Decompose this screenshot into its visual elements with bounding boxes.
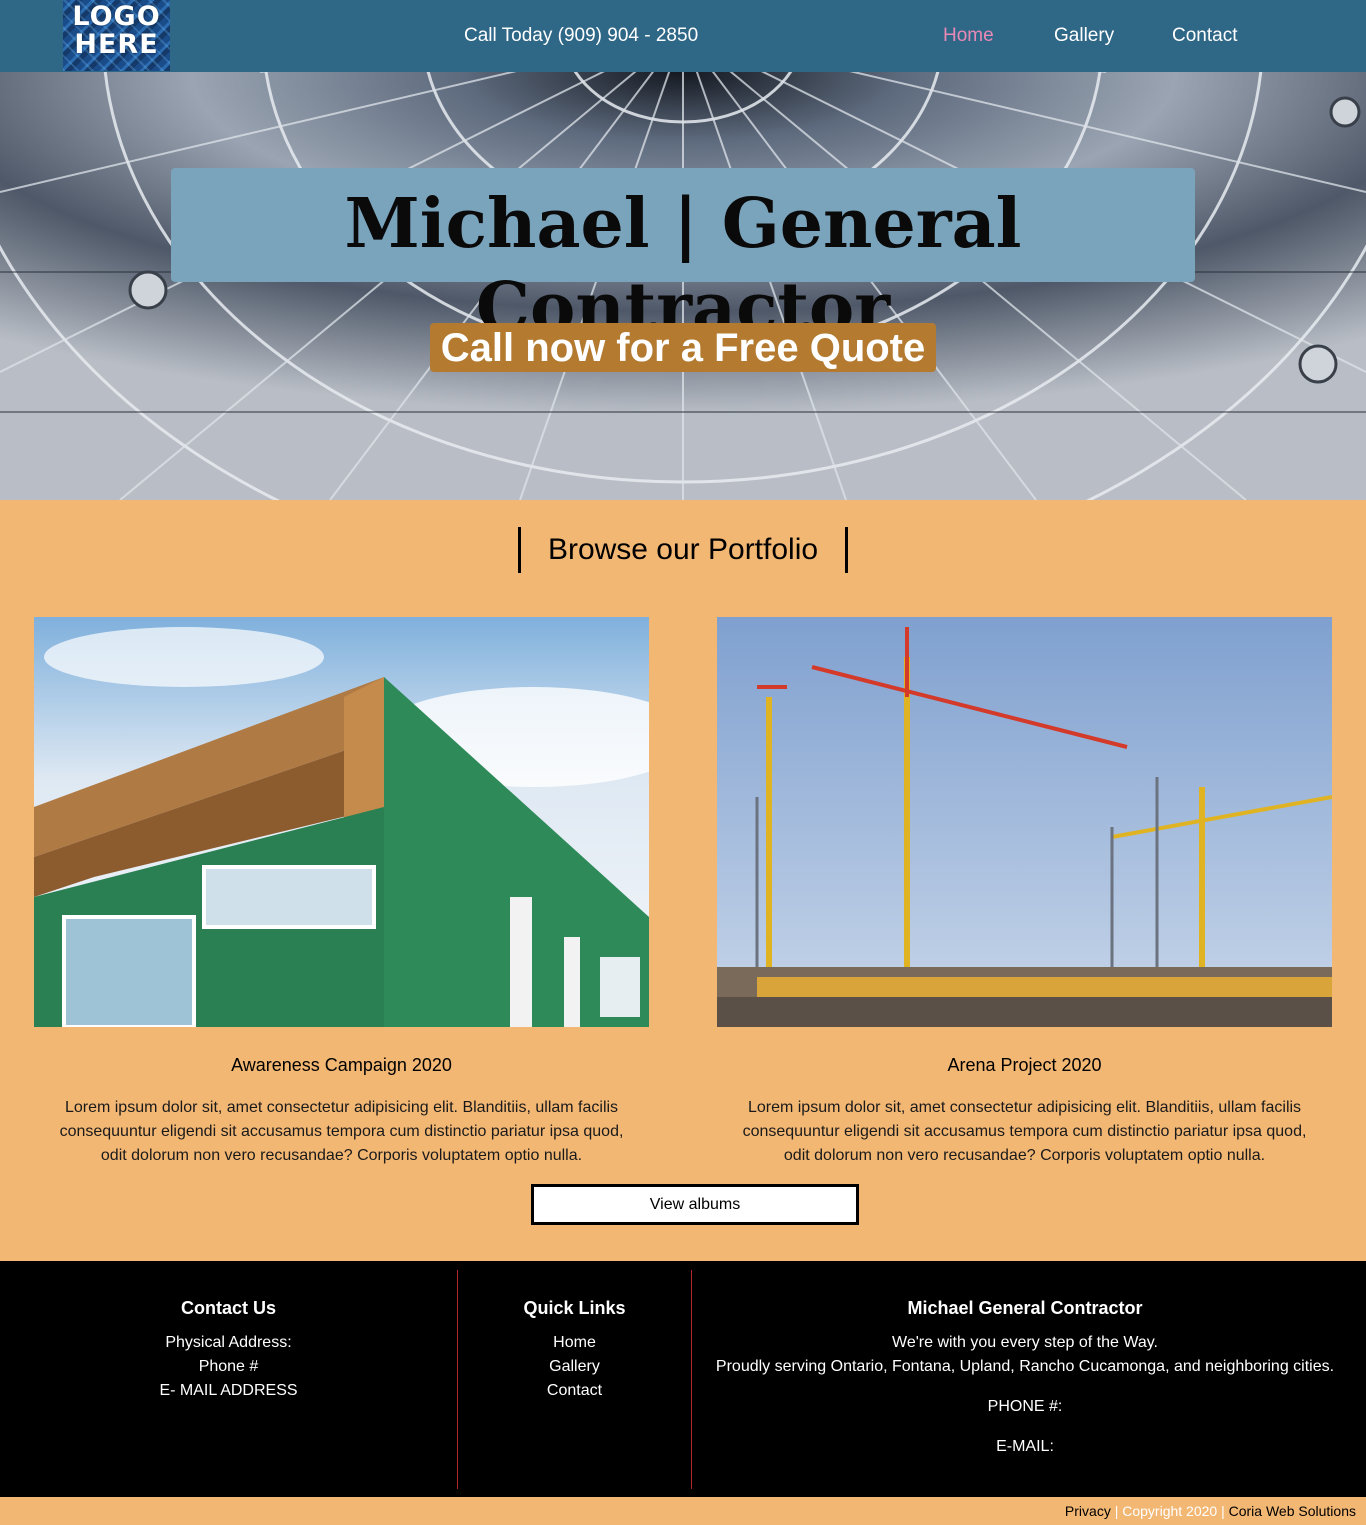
card-title-awareness: Awareness Campaign 2020: [231, 1055, 452, 1075]
portfolio-heading-text: Browse our Portfolio: [547, 533, 819, 566]
bottom-text: Privacy | Copyright 2020 | Coria Web Sol…: [1065, 1502, 1356, 1520]
footer-company-phone: PHONE #:: [987, 1398, 1063, 1415]
arena-project-image[interactable]: [717, 617, 1332, 1027]
free-quote-cta[interactable]: Call now for a Free Quote: [430, 323, 936, 372]
footer: Contact Us Physical Address: Phone # E- …: [0, 1261, 1366, 1497]
footer-company-email: E-MAIL:: [996, 1438, 1054, 1455]
card-title-arena: Arena Project 2020: [947, 1055, 1102, 1075]
logo-text-line1: LOGO: [72, 1, 161, 32]
separator: |: [1217, 1503, 1229, 1519]
nav-gallery-link[interactable]: Gallery: [1054, 23, 1114, 49]
free-quote-cta-text: Call now for a Free Quote: [440, 326, 926, 370]
footer-link-contact[interactable]: Contact: [458, 1379, 691, 1403]
logo-text: LOGO HERE: [63, 3, 170, 59]
footer-quick-links: Quick Links Home Gallery Contact: [458, 1261, 691, 1497]
separator: |: [1110, 1503, 1123, 1519]
footer-quick-links-heading: Quick Links: [523, 1298, 626, 1318]
nav-contact-link[interactable]: Contact: [1172, 23, 1237, 49]
footer-tagline: We're with you every step of the Way.: [892, 1334, 1158, 1351]
card-body-awareness: Lorem ipsum dolor sit, amet consectetur …: [59, 1099, 624, 1164]
nav-phone: Call Today (909) 904 - 2850: [464, 25, 699, 46]
footer-physical-address: Physical Address:: [165, 1334, 292, 1351]
top-nav: LOGO HERE Call Today (909) 904 - 2850 Ho…: [0, 0, 1366, 72]
footer-contact-heading: Contact Us: [180, 1298, 276, 1318]
footer-phone: Phone #: [198, 1358, 259, 1375]
footer-link-gallery[interactable]: Gallery: [458, 1355, 691, 1379]
bottom-bar: Privacy | Copyright 2020 | Coria Web Sol…: [0, 1497, 1366, 1525]
credit-link[interactable]: Coria Web Solutions: [1229, 1503, 1356, 1519]
footer-company: Michael General Contractor We're with yo…: [692, 1261, 1358, 1497]
footer-link-home[interactable]: Home: [458, 1331, 691, 1355]
portfolio-heading: Browse our Portfolio: [518, 527, 848, 573]
footer-contact: Contact Us Physical Address: Phone # E- …: [0, 1261, 457, 1497]
copyright: Copyright 2020: [1122, 1503, 1218, 1519]
privacy-link[interactable]: Privacy: [1065, 1503, 1111, 1519]
view-albums-button[interactable]: View albums: [531, 1184, 859, 1225]
card-body-arena: Lorem ipsum dolor sit, amet consectetur …: [742, 1099, 1307, 1164]
nav-home-link[interactable]: Home: [943, 23, 994, 49]
hero-title-box: Michael | General Contractor: [171, 168, 1195, 348]
footer-email: E- MAIL ADDRESS: [159, 1382, 298, 1399]
logo[interactable]: LOGO HERE: [63, 0, 170, 71]
awareness-campaign-image[interactable]: [34, 617, 649, 1027]
hero-banner: Michael | General Contractor Call now fo…: [0, 72, 1366, 500]
logo-text-line2: HERE: [74, 29, 159, 60]
footer-company-heading: Michael General Contractor: [907, 1298, 1143, 1318]
footer-service-area: Proudly serving Ontario, Fontana, Upland…: [715, 1358, 1335, 1375]
